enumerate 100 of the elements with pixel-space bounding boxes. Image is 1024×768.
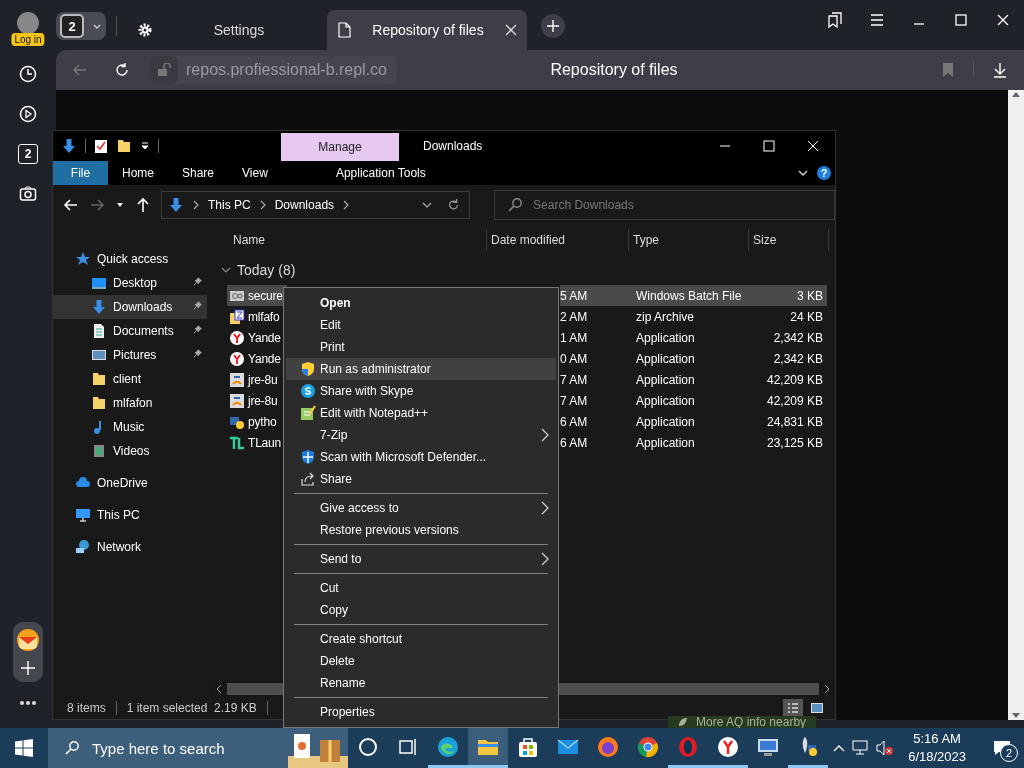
ribbon-tab[interactable]: View <box>228 161 282 185</box>
menu-item[interactable]: Open <box>286 292 556 314</box>
clock[interactable]: 5:16 AM 6/18/2023 <box>900 730 974 766</box>
more-icon[interactable] <box>19 700 37 706</box>
file-details-row[interactable]: 7 AM Application 42,209 KB <box>560 390 827 411</box>
nav-item[interactable]: Network <box>53 535 207 559</box>
checklist-icon[interactable] <box>94 138 108 154</box>
y-logo-icon[interactable] <box>716 734 740 759</box>
nav-item[interactable]: mlfafon <box>53 391 207 415</box>
login-badge[interactable]: Log in <box>11 33 45 46</box>
mail-envelope-icon[interactable] <box>16 628 40 652</box>
file-name-cell[interactable]: secure <box>227 285 287 306</box>
folder-icon[interactable] <box>116 138 132 154</box>
new-tab-button[interactable] <box>541 14 565 38</box>
nav-item[interactable]: Quick access <box>53 247 207 271</box>
menu-item[interactable]: Run as administrator <box>286 358 556 380</box>
bookmarks-icon[interactable] <box>827 12 843 28</box>
menu-item[interactable]: Create shortcut <box>286 628 556 650</box>
camera-icon[interactable] <box>19 185 37 203</box>
menu-item[interactable]: Properties <box>286 701 556 723</box>
network-icon[interactable] <box>852 740 871 756</box>
menu-item[interactable]: Edit with Notepad++ <box>286 402 556 424</box>
file-name-cell[interactable]: Yande <box>227 327 287 348</box>
file-details-row[interactable]: 1 AM Application 2,342 KB <box>560 327 827 348</box>
maximize-icon[interactable] <box>953 12 969 28</box>
download-icon[interactable] <box>992 62 1008 78</box>
menu-item[interactable]: Print <box>286 336 556 358</box>
manage-tab[interactable]: Manage <box>281 133 399 161</box>
search-field[interactable]: Search Downloads <box>494 190 835 220</box>
file-details-row[interactable]: 7 AM Application 42,209 KB <box>560 369 827 390</box>
dropdown-caret-icon[interactable] <box>421 199 434 211</box>
nav-item[interactable]: Documents <box>53 319 207 343</box>
address-bar[interactable]: This PC Downloads <box>161 191 471 219</box>
menu-item[interactable]: Send to <box>286 548 556 570</box>
file-name-cell[interactable]: TLaun <box>227 432 287 453</box>
nav-item[interactable]: client <box>53 367 207 391</box>
file-name-cell[interactable]: Yande <box>227 348 287 369</box>
details-view-button[interactable] <box>783 699 803 717</box>
browser-tab[interactable]: Repository of files <box>327 10 527 50</box>
close-icon[interactable] <box>995 12 1011 28</box>
ribbon-tab[interactable]: Home <box>108 161 168 185</box>
nav-item[interactable]: This PC <box>53 503 207 527</box>
file-details-row[interactable]: 0 AM Application 2,342 KB <box>560 348 827 369</box>
file-details-row[interactable]: 6 AM Application 23,125 KB <box>560 432 827 453</box>
nav-item[interactable]: OneDrive <box>53 471 207 495</box>
file-name-cell[interactable]: mlfafo <box>227 306 287 327</box>
menu-item[interactable]: Share with Skype <box>286 380 556 402</box>
column-header[interactable]: Type <box>629 229 749 251</box>
fox-globe-icon[interactable] <box>596 734 620 759</box>
file-details-row[interactable]: 6 AM Application 24,831 KB <box>560 411 827 432</box>
file-details-row[interactable]: 5 AM Windows Batch File 3 KB <box>560 285 827 306</box>
menu-item[interactable]: Rename <box>286 672 556 694</box>
menu-item[interactable]: Share <box>286 468 556 490</box>
menu-item[interactable]: 7-Zip <box>286 424 556 446</box>
avatar-circle[interactable] <box>17 12 39 34</box>
up-arrow-icon[interactable] <box>135 197 151 213</box>
nav-item[interactable]: Pictures <box>53 343 207 367</box>
menu-item[interactable]: Give access to <box>286 497 556 519</box>
menu-item[interactable]: Restore previous versions <box>286 519 556 541</box>
reload-icon[interactable] <box>114 62 130 78</box>
edge-icon[interactable] <box>436 734 460 759</box>
maximize-icon[interactable] <box>763 140 775 152</box>
menu-item[interactable]: Cut <box>286 577 556 599</box>
play-circle-icon[interactable] <box>19 105 37 123</box>
group-header[interactable]: Today (8) <box>211 255 835 285</box>
file-name-cell[interactable]: pytho <box>227 411 287 432</box>
column-header[interactable]: Date modified <box>487 229 629 251</box>
speaker-muted-icon[interactable] <box>876 740 895 756</box>
clock-icon[interactable] <box>19 65 37 83</box>
ribbon-tab[interactable]: Application Tools <box>321 161 440 185</box>
nav-item[interactable]: Desktop <box>53 271 207 295</box>
browser-tab[interactable]: Settings <box>127 10 327 50</box>
close-icon[interactable] <box>505 24 517 36</box>
menu-item[interactable]: Scan with Microsoft Defender... <box>286 446 556 468</box>
taskbar-search-field[interactable]: Type here to search <box>48 728 348 768</box>
nav-item[interactable]: Videos <box>53 439 207 463</box>
file-name-cell[interactable]: jre-8u <box>227 390 287 411</box>
chrome-icon[interactable] <box>636 734 660 759</box>
o-logo-icon[interactable] <box>676 734 700 759</box>
help-button[interactable]: ? <box>817 166 831 180</box>
widget-strip[interactable]: More AQ info nearby <box>668 716 817 728</box>
back-arrow-icon[interactable] <box>63 197 79 213</box>
dropdown-icon[interactable] <box>140 141 150 151</box>
panel-badge[interactable]: 2 <box>18 144 38 164</box>
menu-item[interactable]: Delete <box>286 650 556 672</box>
menu-item[interactable]: Copy <box>286 599 556 621</box>
nav-item[interactable]: Music <box>53 415 207 439</box>
plus-icon[interactable] <box>20 660 36 676</box>
notifications-button[interactable]: 2 <box>980 728 1024 768</box>
file-name-cell[interactable]: jre-8u <box>227 369 287 390</box>
column-header[interactable]: Size <box>749 229 829 251</box>
file-details-row[interactable]: 2 AM zip Archive 24 KB <box>560 306 827 327</box>
scrollbar[interactable] <box>1008 90 1024 720</box>
tab-count-button[interactable]: 2 <box>56 12 106 40</box>
ribbon-tab[interactable]: Share <box>168 161 229 185</box>
nav-item[interactable]: Downloads <box>53 295 207 319</box>
expand-chevron-icon[interactable] <box>797 167 809 179</box>
menu-icon[interactable] <box>869 12 885 28</box>
menu-item[interactable]: Edit <box>286 314 556 336</box>
column-header[interactable]: Name <box>229 229 487 251</box>
